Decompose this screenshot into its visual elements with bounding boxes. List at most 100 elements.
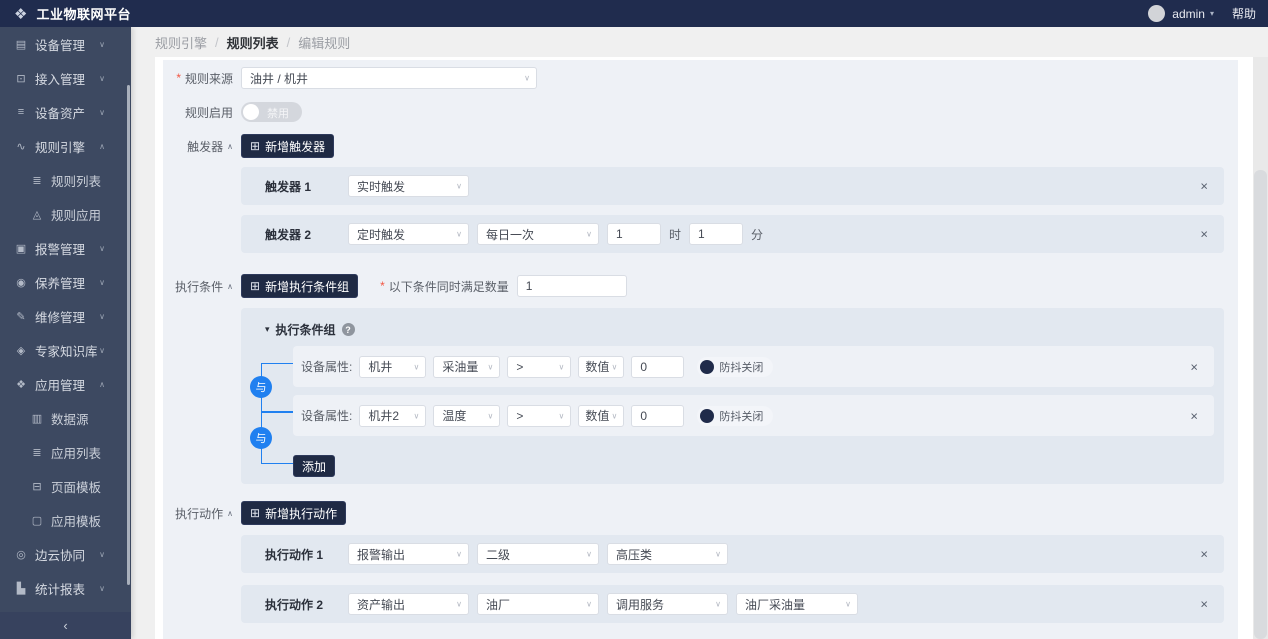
toggle-knob (243, 104, 259, 120)
trigger-section-label[interactable]: 触发器 ∧ (163, 138, 233, 155)
sidebar-item-access-management[interactable]: ⊡ 接入管理 ∨ (0, 61, 131, 95)
condition-section-label[interactable]: 执行条件 ∧ (163, 278, 233, 295)
add-condition-group-button[interactable]: ⊞ 新增执行条件组 (241, 274, 359, 298)
sidebar-item-rule-list[interactable]: ≣ 规则列表 (0, 163, 131, 197)
condition-value-input[interactable] (631, 404, 685, 427)
toggle-state-label: 禁用 (267, 108, 289, 120)
action-section-header: 执行动作 ∧ ⊞ 新增执行动作 (163, 501, 1238, 525)
add-condition-button[interactable]: 添加 (293, 455, 336, 477)
avatar[interactable] (1148, 5, 1166, 22)
close-icon[interactable]: × (1190, 409, 1198, 422)
condition-device-select[interactable]: 机井 ∨ (359, 355, 427, 378)
trigger-type-select[interactable]: 实时触发 ∨ (348, 175, 469, 197)
chevron-down-icon: ▾ (1209, 9, 1214, 18)
action-type-select[interactable]: 报警输出 ∨ (348, 543, 469, 565)
trigger-minute-input[interactable] (689, 223, 744, 245)
window-scrollbar[interactable] (1253, 57, 1268, 639)
sidebar-nav: ▤ 设备管理 ∨ ⊡ 接入管理 ∨ ≡ 设备资产 ∨ ∿ 规则引擎 ∧ ≣ 规则 (0, 27, 131, 605)
condition-device-select[interactable]: 机井2 ∨ (359, 404, 427, 427)
page-template-icon: ⊟ (32, 480, 42, 493)
condition-attribute-select[interactable]: 温度 ∨ (433, 404, 501, 427)
chevron-down-icon: ∨ (558, 362, 565, 371)
action-service-select[interactable]: 调用服务 ∨ (607, 593, 728, 615)
condition-attribute-select[interactable]: 采油量 ∨ (433, 355, 501, 378)
sidebar-item-application-management[interactable]: ❖ 应用管理 ∧ (0, 367, 131, 401)
chevron-up-icon: ∧ (227, 281, 233, 291)
breadcrumb-rule-engine[interactable]: 规则引擎 (155, 33, 207, 52)
add-trigger-button[interactable]: ⊞ 新增触发器 (241, 134, 335, 158)
top-bar: ❖ 工业物联网平台 admin ▾ 帮助 (0, 0, 1268, 27)
help-link[interactable]: 帮助 (1232, 5, 1256, 22)
plus-square-icon: ⊞ (250, 139, 261, 153)
sidebar-item-repair-management[interactable]: ✎ 维修管理 ∨ (0, 299, 131, 333)
app-management-icon: ❖ (16, 378, 26, 391)
required-mark: * (380, 279, 385, 293)
close-icon[interactable]: × (1200, 548, 1208, 561)
sidebar-item-label: 页面模板 (51, 480, 102, 495)
trigger-frequency-select[interactable]: 每日一次 ∨ (477, 223, 599, 245)
close-icon[interactable]: × (1200, 228, 1208, 241)
sidebar-item-statistics-report[interactable]: ▙ 统计报表 ∨ (0, 571, 131, 605)
close-icon[interactable]: × (1200, 180, 1208, 193)
action-row-1: 执行动作 1 报警输出 ∨ 二级 ∨ 高压类 ∨ × (241, 535, 1224, 573)
sidebar-item-application-template[interactable]: ▢ 应用模板 (0, 503, 131, 537)
condition-operator-select[interactable]: > ∨ (507, 355, 572, 378)
breadcrumb-separator: / (215, 34, 219, 50)
topbar-right: admin ▾ 帮助 (1148, 5, 1256, 22)
and-badge[interactable]: 与 (250, 427, 272, 449)
condition-row-2: 设备属性: 机井2 ∨ 温度 ∨ > ∨ 数值 ∨ 0 防抖关闭 × (293, 395, 1214, 436)
sidebar-item-page-template[interactable]: ⊟ 页面模板 (0, 469, 131, 503)
chevron-down-icon: ∨ (611, 411, 618, 420)
action-level-select[interactable]: 二级 ∨ (477, 543, 599, 565)
and-badge[interactable]: 与 (250, 376, 272, 398)
condition-count-input[interactable] (516, 275, 627, 297)
chevron-down-icon: ∨ (413, 411, 420, 420)
edge-cloud-icon: ◎ (16, 548, 26, 561)
logo-icon: ❖ (14, 5, 28, 23)
sidebar-item-device-management[interactable]: ▤ 设备管理 ∨ (0, 27, 131, 61)
condition-value-input[interactable] (631, 355, 685, 378)
action-asset-select[interactable]: 油厂 ∨ (477, 593, 599, 615)
sidebar-item-label: 边云协同 (35, 548, 86, 563)
debounce-toggle[interactable]: 防抖关闭 (697, 405, 774, 426)
rule-source-select[interactable]: 油井 / 机井 ∨ (241, 67, 537, 89)
app-title: 工业物联网平台 (36, 7, 131, 22)
chevron-down-icon: ∨ (586, 229, 592, 239)
condition-value-type-select[interactable]: 数值 ∨ (578, 355, 625, 378)
sidebar-item-device-assets[interactable]: ≡ 设备资产 ∨ (0, 95, 131, 129)
sidebar-item-label: 应用列表 (51, 446, 102, 461)
sidebar-item-rule-application[interactable]: ◬ 规则应用 (0, 197, 131, 231)
sidebar-item-expert-knowledge-base[interactable]: ◈ 专家知识库 ∨ (0, 333, 131, 367)
trigger-type-select[interactable]: 定时触发 ∨ (348, 223, 469, 245)
add-action-button[interactable]: ⊞ 新增执行动作 (241, 501, 347, 525)
sidebar-item-rule-engine[interactable]: ∿ 规则引擎 ∧ (0, 129, 131, 163)
condition-operator-select[interactable]: > ∨ (507, 404, 572, 427)
condition-value-type-select[interactable]: 数值 ∨ (578, 404, 625, 427)
sidebar-collapse-button[interactable]: ‹ (0, 612, 131, 639)
action-service-param-select[interactable]: 油厂采油量 ∨ (736, 593, 858, 615)
action-section-label[interactable]: 执行动作 ∧ (163, 505, 233, 522)
username-menu[interactable]: admin (1172, 7, 1205, 21)
app-list-icon: ≣ (32, 446, 42, 459)
action-category-select[interactable]: 高压类 ∨ (607, 543, 728, 565)
sidebar-item-application-list[interactable]: ≣ 应用列表 (0, 435, 131, 469)
sidebar-scrollbar[interactable] (127, 85, 130, 585)
close-icon[interactable]: × (1190, 360, 1198, 373)
rule-enable-toggle[interactable]: 禁用 (241, 102, 302, 122)
device-attribute-label: 设备属性: (301, 360, 353, 374)
action-type-select[interactable]: 资产输出 ∨ (348, 593, 469, 615)
trigger-hour-input[interactable] (607, 223, 661, 245)
sidebar-item-label: 应用模板 (51, 514, 102, 529)
condition-group-header[interactable]: ▾ 执行条件组 ? (265, 321, 1214, 338)
sidebar-item-edge-cloud-collaboration[interactable]: ◎ 边云协同 ∨ (0, 537, 131, 571)
sidebar-item-maintenance-management[interactable]: ◉ 保养管理 ∨ (0, 265, 131, 299)
triangle-down-icon: ▾ (265, 324, 270, 334)
sidebar-item-data-source[interactable]: ▥ 数据源 (0, 401, 131, 435)
sidebar-item-label: 统计报表 (35, 582, 86, 597)
breadcrumb-rule-list[interactable]: 规则列表 (227, 33, 279, 52)
close-icon[interactable]: × (1200, 598, 1208, 611)
sidebar-item-alarm-management[interactable]: ▣ 报警管理 ∨ (0, 231, 131, 265)
scrollbar-thumb[interactable] (1254, 170, 1267, 639)
debounce-toggle[interactable]: 防抖关闭 (697, 356, 774, 377)
help-circle-icon[interactable]: ? (341, 323, 355, 336)
